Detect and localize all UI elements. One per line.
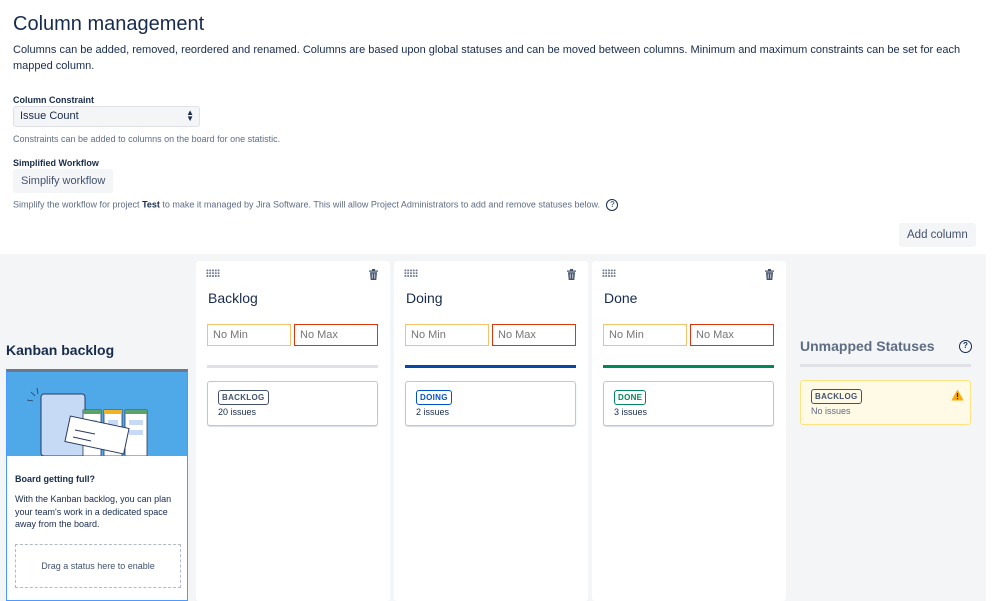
unmapped-statuses-title: Unmapped Statuses	[800, 338, 935, 354]
column-done: Done DONE 3 issues	[592, 261, 786, 601]
column-constraint-value: Issue Count	[20, 110, 79, 122]
status-card[interactable]: BACKLOG 20 issues	[207, 381, 378, 426]
page-title: Column management	[13, 13, 205, 35]
workflow-helper-after: to make it managed by Jira Software. Thi…	[162, 199, 600, 210]
trash-icon[interactable]	[567, 269, 576, 280]
select-arrows-icon: ▲ ▼	[186, 108, 194, 123]
unmapped-status-card[interactable]: BACKLOG No issues	[800, 380, 971, 425]
drag-handle-icon[interactable]	[404, 269, 418, 277]
kanban-backlog-card: Board getting full? With the Kanban back…	[6, 369, 188, 601]
max-constraint-input[interactable]	[492, 324, 576, 346]
simplified-workflow-label: Simplified Workflow	[13, 158, 99, 168]
issue-count: 20 issues	[218, 407, 257, 417]
add-column-button[interactable]: Add column	[899, 223, 976, 247]
status-lozenge: DOING	[416, 390, 452, 405]
workflow-helper-before: Simplify the workflow for project	[13, 199, 140, 210]
column-backlog: Backlog BACKLOG 20 issues	[196, 261, 390, 601]
issue-count: 2 issues	[416, 407, 450, 417]
column-name[interactable]: Done	[604, 290, 637, 306]
issue-count: No issues	[811, 406, 851, 416]
kanban-card-title: Board getting full?	[15, 474, 95, 484]
question-icon[interactable]: ?	[606, 199, 619, 211]
warning-icon	[951, 389, 964, 401]
workflow-helper-text: Simplify the workflow for project Test t…	[13, 199, 619, 211]
issue-count: 3 issues	[614, 407, 648, 417]
status-lozenge: BACKLOG	[811, 389, 862, 404]
column-constraint-select[interactable]: Issue Count ▲ ▼	[13, 106, 200, 127]
drag-handle-icon[interactable]	[602, 269, 616, 277]
column-constraint-label: Column Constraint	[13, 95, 94, 105]
kanban-backlog-title: Kanban backlog	[6, 342, 115, 358]
min-constraint-input[interactable]	[603, 324, 687, 346]
max-constraint-input[interactable]	[294, 324, 378, 346]
constraint-helper-text: Constraints can be added to columns on t…	[13, 134, 281, 144]
column-status-bar	[207, 365, 378, 368]
column-name[interactable]: Doing	[406, 290, 443, 306]
unmapped-status-bar	[800, 364, 971, 367]
status-lozenge: BACKLOG	[218, 390, 269, 405]
kanban-card-text: With the Kanban backlog, you can plan yo…	[15, 494, 172, 529]
min-constraint-input[interactable]	[405, 324, 489, 346]
column-status-bar	[405, 365, 576, 368]
drag-handle-icon[interactable]	[206, 269, 220, 277]
min-constraint-input[interactable]	[207, 324, 291, 346]
status-lozenge: DONE	[614, 390, 647, 405]
max-constraint-input[interactable]	[690, 324, 774, 346]
column-name[interactable]: Backlog	[208, 290, 258, 306]
question-icon[interactable]: ?	[959, 340, 972, 353]
status-card[interactable]: DONE 3 issues	[603, 381, 774, 426]
column-status-bar	[603, 365, 774, 368]
status-card[interactable]: DOING 2 issues	[405, 381, 576, 426]
page-description: Columns can be added, removed, reordered…	[13, 44, 961, 72]
trash-icon[interactable]	[369, 269, 378, 280]
trash-icon[interactable]	[765, 269, 774, 280]
column-doing: Doing DOING 2 issues	[394, 261, 588, 601]
workflow-project-name: Test	[142, 199, 160, 210]
simplify-workflow-button[interactable]: Simplify workflow	[13, 169, 114, 193]
status-drop-zone[interactable]: Drag a status here to enable	[15, 544, 181, 588]
kanban-illustration	[7, 372, 187, 456]
